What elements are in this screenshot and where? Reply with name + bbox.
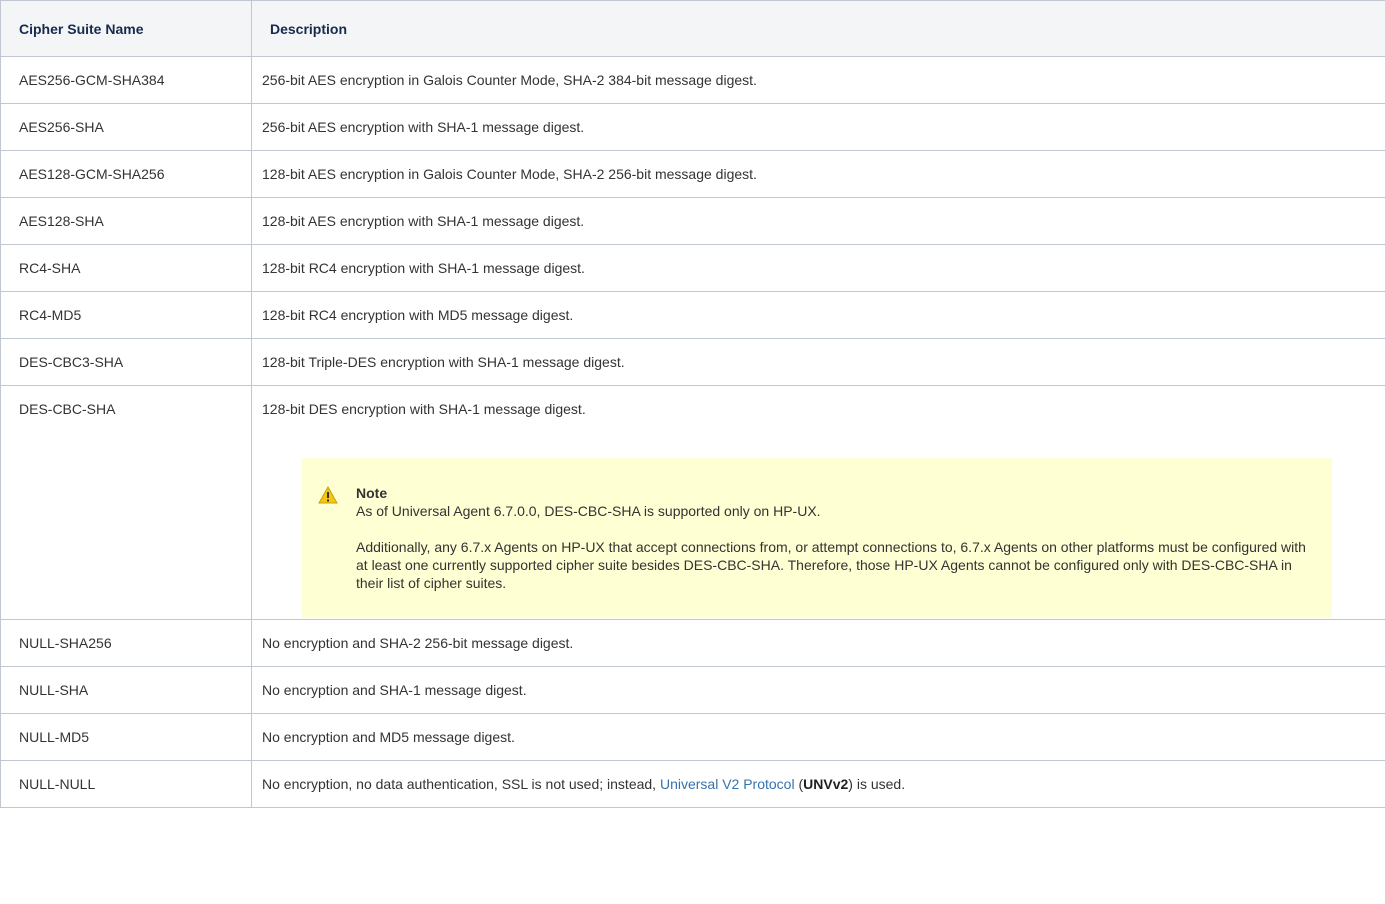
table-row: AES128-GCM-SHA256 128-bit AES encryption… (0, 150, 1385, 198)
cipher-name: NULL-MD5 (0, 713, 252, 761)
cipher-name: NULL-NULL (0, 760, 252, 808)
cipher-name: RC4-MD5 (0, 291, 252, 339)
cipher-name: NULL-SHA (0, 666, 252, 714)
table-row: DES-CBC-SHA 128-bit DES encryption with … (0, 385, 1385, 620)
cipher-suite-table: Cipher Suite Name Description AES256-GCM… (0, 0, 1385, 808)
cipher-name: RC4-SHA (0, 244, 252, 292)
table-row: NULL-MD5 No encryption and MD5 message d… (0, 713, 1385, 761)
table-row: AES256-SHA 256-bit AES encryption with S… (0, 103, 1385, 151)
description-text: ) is used. (848, 776, 906, 792)
universal-v2-protocol-link[interactable]: Universal V2 Protocol (660, 776, 795, 792)
table-row: AES128-SHA 128-bit AES encryption with S… (0, 197, 1385, 245)
table-row: DES-CBC3-SHA 128-bit Triple-DES encrypti… (0, 338, 1385, 386)
cipher-description: 128-bit Triple-DES encryption with SHA-1… (251, 338, 1385, 386)
table-row: AES256-GCM-SHA384 256-bit AES encryption… (0, 56, 1385, 104)
cipher-name: AES128-GCM-SHA256 (0, 150, 252, 198)
header-description: Description (251, 0, 1385, 57)
cipher-description: No encryption and MD5 message digest. (251, 713, 1385, 761)
warning-icon (318, 486, 338, 504)
cipher-description: 256-bit AES encryption with SHA-1 messag… (251, 103, 1385, 151)
description-text: ( (794, 776, 804, 792)
cipher-name: DES-CBC3-SHA (0, 338, 252, 386)
cipher-description: 128-bit DES encryption with SHA-1 messag… (262, 401, 586, 417)
table-row: NULL-SHA No encryption and SHA-1 message… (0, 666, 1385, 714)
cipher-name: AES128-SHA (0, 197, 252, 245)
cipher-description: 256-bit AES encryption in Galois Counter… (251, 56, 1385, 104)
cipher-description: No encryption and SHA-2 256-bit message … (251, 619, 1385, 667)
cipher-description-cell: 128-bit DES encryption with SHA-1 messag… (251, 385, 1385, 620)
table-row: NULL-NULL No encryption, no data authent… (0, 760, 1385, 808)
cipher-description: No encryption and SHA-1 message digest. (251, 666, 1385, 714)
cipher-name: NULL-SHA256 (0, 619, 252, 667)
cipher-description: 128-bit AES encryption with SHA-1 messag… (251, 197, 1385, 245)
note-paragraph: Additionally, any 6.7.x Agents on HP-UX … (356, 539, 1306, 591)
cipher-description: No encryption, no data authentication, S… (251, 760, 1385, 808)
note-paragraph: As of Universal Agent 6.7.0.0, DES-CBC-S… (356, 503, 821, 519)
cipher-name: AES256-GCM-SHA384 (0, 56, 252, 104)
protocol-abbreviation: UNVv2 (803, 776, 849, 792)
table-header-row: Cipher Suite Name Description (0, 0, 1385, 57)
table-row: RC4-SHA 128-bit RC4 encryption with SHA-… (0, 244, 1385, 292)
cipher-description: 128-bit RC4 encryption with MD5 message … (251, 291, 1385, 339)
note-title: Note (356, 485, 388, 501)
cipher-name: AES256-SHA (0, 103, 252, 151)
cipher-name: DES-CBC-SHA (0, 385, 252, 620)
description-text: No encryption, no data authentication, S… (262, 776, 660, 792)
cipher-description: 128-bit AES encryption in Galois Counter… (251, 150, 1385, 198)
header-cipher-suite-name: Cipher Suite Name (0, 0, 252, 57)
cipher-description: 128-bit RC4 encryption with SHA-1 messag… (251, 244, 1385, 292)
table-row: NULL-SHA256 No encryption and SHA-2 256-… (0, 619, 1385, 667)
note-panel: Note As of Universal Agent 6.7.0.0, DES-… (302, 458, 1332, 618)
table-row: RC4-MD5 128-bit RC4 encryption with MD5 … (0, 291, 1385, 339)
